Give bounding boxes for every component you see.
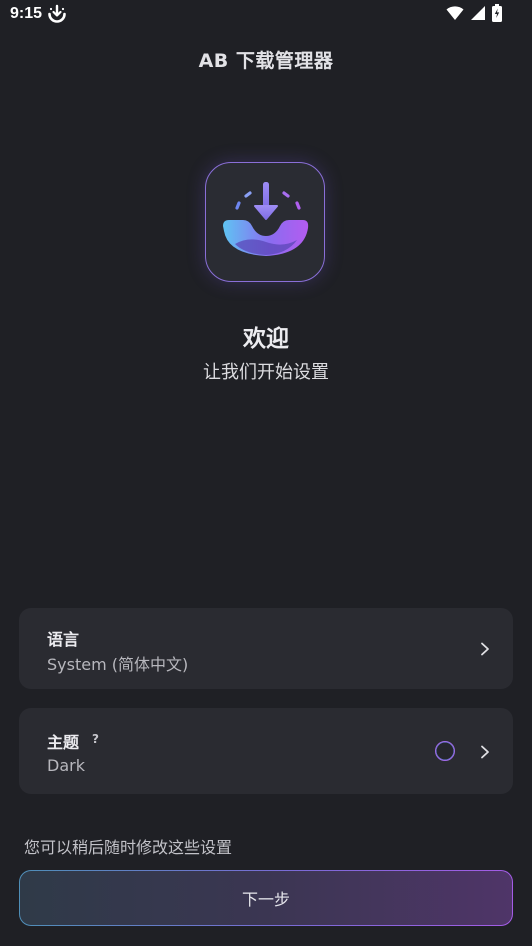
battery-charging-icon	[492, 4, 502, 26]
status-bar: 9:15	[0, 0, 532, 30]
settings-hint-text: 您可以稍后随时修改这些设置	[24, 838, 233, 857]
language-setting-card[interactable]: 语言 System (简体中文)	[19, 608, 513, 689]
status-icons	[446, 4, 502, 26]
signal-icon	[470, 5, 486, 25]
status-time: 9:15	[10, 5, 43, 22]
download-arrow-logo-icon	[205, 162, 325, 282]
welcome-subtitle: 让我们开始设置	[203, 362, 329, 383]
onboarding-screen: 9:15 AB 下载管理器 欢迎 让我们开始设置 语言 System (简体中文…	[0, 0, 532, 946]
chevron-right-icon	[479, 641, 491, 656]
language-value: System (简体中文)	[47, 655, 189, 674]
theme-value: Dark	[47, 756, 85, 775]
wifi-icon	[446, 5, 464, 25]
theme-color-swatch	[435, 741, 455, 761]
welcome-title: 欢迎	[243, 326, 289, 352]
theme-setting-card[interactable]: 主题 ? Dark	[19, 708, 513, 794]
language-label: 语言	[47, 630, 80, 649]
app-title: AB 下载管理器	[198, 50, 334, 72]
next-button[interactable]: 下一步	[19, 870, 513, 926]
download-notification-icon	[46, 4, 68, 26]
next-button-label: 下一步	[241, 890, 290, 909]
help-icon[interactable]: ?	[92, 732, 99, 746]
theme-label: 主题	[47, 733, 80, 752]
chevron-right-icon	[479, 744, 491, 759]
